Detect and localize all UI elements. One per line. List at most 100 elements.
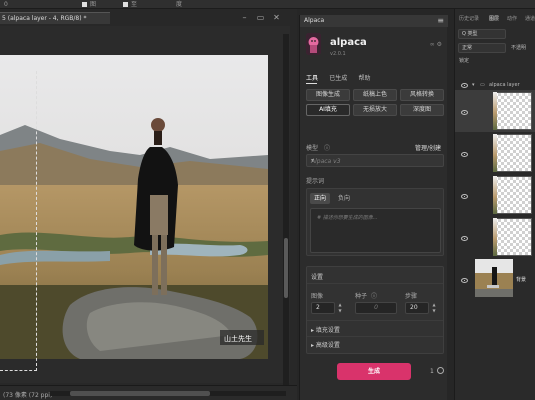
selection-marquee [0, 71, 37, 371]
options-bar: 0 图 至 度 [0, 0, 535, 9]
layer-thumbnail [494, 176, 532, 214]
image-count-label: 图像 [311, 293, 324, 300]
eye-icon[interactable] [461, 278, 468, 283]
divider [307, 320, 443, 321]
minimize-icon[interactable]: – [240, 13, 249, 22]
tool-grid: 图像生成 纸稿上色 风格转换 AI填充 无损放大 深度图 [306, 89, 444, 116]
app-name: alpaca [330, 37, 367, 48]
image-count-stepper[interactable]: ▲ ▼ [337, 302, 343, 314]
layer-kind-filter[interactable]: Q 类型 [458, 29, 506, 39]
info-icon[interactable]: ⓘ [371, 291, 377, 300]
panel-header: Alpaca ≡ [300, 15, 448, 27]
seed-input[interactable]: 0 [355, 302, 397, 314]
layer-thumbnail [494, 218, 532, 256]
tool-lineart-color-button[interactable]: 纸稿上色 [353, 89, 397, 101]
tab-history[interactable]: 历史记录 [459, 15, 479, 22]
options-item[interactable]: 0 [4, 0, 8, 9]
canvas-image: 山土先生 [0, 55, 268, 359]
prompt-label: 提示词 [306, 178, 325, 185]
close-icon[interactable]: ✕ [272, 13, 281, 22]
tab-positive-prompt[interactable]: 正向 [310, 193, 330, 204]
status-bar: (73 像素 (72 ppi) [0, 385, 297, 400]
photoshop-workspace: 0 图 至 度 5 (alpaca layer - 4, RGB/8) * – … [0, 0, 535, 400]
tab-negative-prompt[interactable]: 负向 [334, 193, 354, 204]
advanced-settings-expander[interactable]: ▸ 高级设置 [311, 340, 340, 349]
restore-icon[interactable]: ▭ [256, 13, 265, 22]
steps-stepper[interactable]: ▲ ▼ [431, 302, 437, 314]
panel-menu-icon[interactable]: ≡ [437, 16, 444, 25]
menu-help[interactable]: 帮助 [359, 75, 371, 82]
tool-upscale-button[interactable]: 无损放大 [353, 104, 397, 116]
settings-icon[interactable]: ∞ ⚙ [430, 41, 442, 48]
horizontal-scrollbar[interactable] [50, 391, 286, 396]
tab-channels[interactable]: 通道 [525, 15, 535, 22]
options-item[interactable]: 度 [176, 0, 182, 9]
eye-icon[interactable] [461, 83, 468, 88]
tool-style-transfer-button[interactable]: 风格转换 [400, 89, 444, 101]
model-manage-link[interactable]: 管理/创建 [415, 143, 441, 152]
steps-label: 步骤 [405, 293, 418, 300]
canvas-area[interactable]: 山土先生 [0, 26, 290, 383]
tool-image-generate-button[interactable]: 图像生成 [306, 89, 350, 101]
progress-ring-icon [437, 367, 444, 374]
options-checkbox[interactable] [82, 2, 87, 7]
vertical-scrollbar[interactable] [283, 34, 289, 386]
eye-icon[interactable] [461, 236, 468, 241]
document-title: 5 (alpaca layer - 4, RGB/8) * [2, 15, 87, 22]
status-text: (73 像素 (72 ppi) [3, 392, 53, 399]
chevron-down-icon[interactable]: ▾ [472, 82, 475, 88]
info-icon[interactable]: ⓘ [324, 143, 330, 152]
seed-label: 种子 [355, 293, 368, 300]
lock-label: 锁定 [459, 58, 470, 64]
settings-section: 设置 图像 种子 ⓘ 步骤 2 ▲ ▼ 0 20 ▲ ▼ ▸ 填充设置 ▸ 高级设置 [306, 266, 444, 354]
layer-mask-strip [493, 176, 497, 214]
document-tab[interactable]: 5 (alpaca layer - 4, RGB/8) * [0, 12, 110, 24]
layer-thumbnail [494, 92, 532, 130]
background-layer-thumbnail [475, 259, 513, 297]
options-checkbox[interactable] [123, 2, 128, 7]
chevron-down-icon: ▾ [311, 157, 315, 164]
tool-ai-fill-button[interactable]: AI填充 [306, 104, 350, 116]
menu-tools[interactable]: 工具 [306, 75, 318, 82]
eye-icon[interactable] [461, 152, 468, 157]
prompt-placeholder: # 描述你想要生成的图像... [317, 215, 378, 221]
opacity-label: 不透明 [511, 45, 527, 51]
background-layer-name: 背景 [516, 277, 527, 283]
alpaca-panel: Alpaca ≡ alpaca v2.0.1 ∞ ⚙ 工具 已生成 帮助 图像生… [299, 15, 448, 400]
layer-group-name: alpaca layer [489, 82, 520, 88]
active-menu-indicator [306, 83, 317, 84]
layer-mask-strip [493, 134, 497, 172]
options-item[interactable]: 至 [131, 0, 137, 9]
blend-mode-select[interactable]: 正常 [458, 43, 506, 53]
layer-mask-strip [493, 92, 497, 130]
layer-mask-strip [493, 218, 497, 256]
divider [307, 283, 443, 284]
steps-input[interactable]: 20 [405, 302, 429, 314]
layers-tabs: 历史记录 图层 动作 通道 [455, 13, 535, 24]
scrollbar-thumb[interactable] [70, 391, 210, 396]
tab-actions[interactable]: 动作 [507, 15, 517, 22]
tab-layers[interactable]: 图层 [489, 15, 499, 22]
tool-depth-map-button[interactable]: 深度图 [400, 104, 444, 116]
generate-count: 1 [430, 368, 434, 375]
alpaca-logo [306, 33, 321, 55]
fill-settings-label: 填充设置 [315, 327, 340, 334]
plugin-menu: 工具 已生成 帮助 [306, 73, 380, 83]
scrollbar-thumb[interactable] [284, 238, 288, 298]
fill-settings-expander[interactable]: ▸ 填充设置 [311, 325, 340, 334]
prompt-section: 正向 负向 # 描述你想要生成的图像... [306, 188, 444, 256]
generate-button[interactable]: 生成 [337, 363, 411, 380]
eye-icon[interactable] [461, 194, 468, 199]
document-window: 5 (alpaca layer - 4, RGB/8) * – ▭ ✕ 山土先生… [0, 9, 297, 400]
image-count-input[interactable]: 2 [311, 302, 335, 314]
panel-title: Alpaca [304, 17, 325, 24]
settings-label: 设置 [311, 274, 324, 281]
model-label: 模型 [306, 145, 319, 152]
eye-icon[interactable] [461, 110, 468, 115]
prompt-textarea[interactable]: # 描述你想要生成的图像... [310, 208, 441, 253]
menu-generated[interactable]: 已生成 [329, 75, 347, 82]
model-select[interactable]: Alpaca v3 ▾ [306, 154, 444, 167]
folder-icon: ▭ [480, 82, 485, 88]
options-item[interactable]: 图 [90, 0, 96, 9]
layers-panel: 历史记录 图层 动作 通道 Q 类型 正常 不透明 锁定 ▾ ▭ alpaca … [454, 9, 535, 400]
